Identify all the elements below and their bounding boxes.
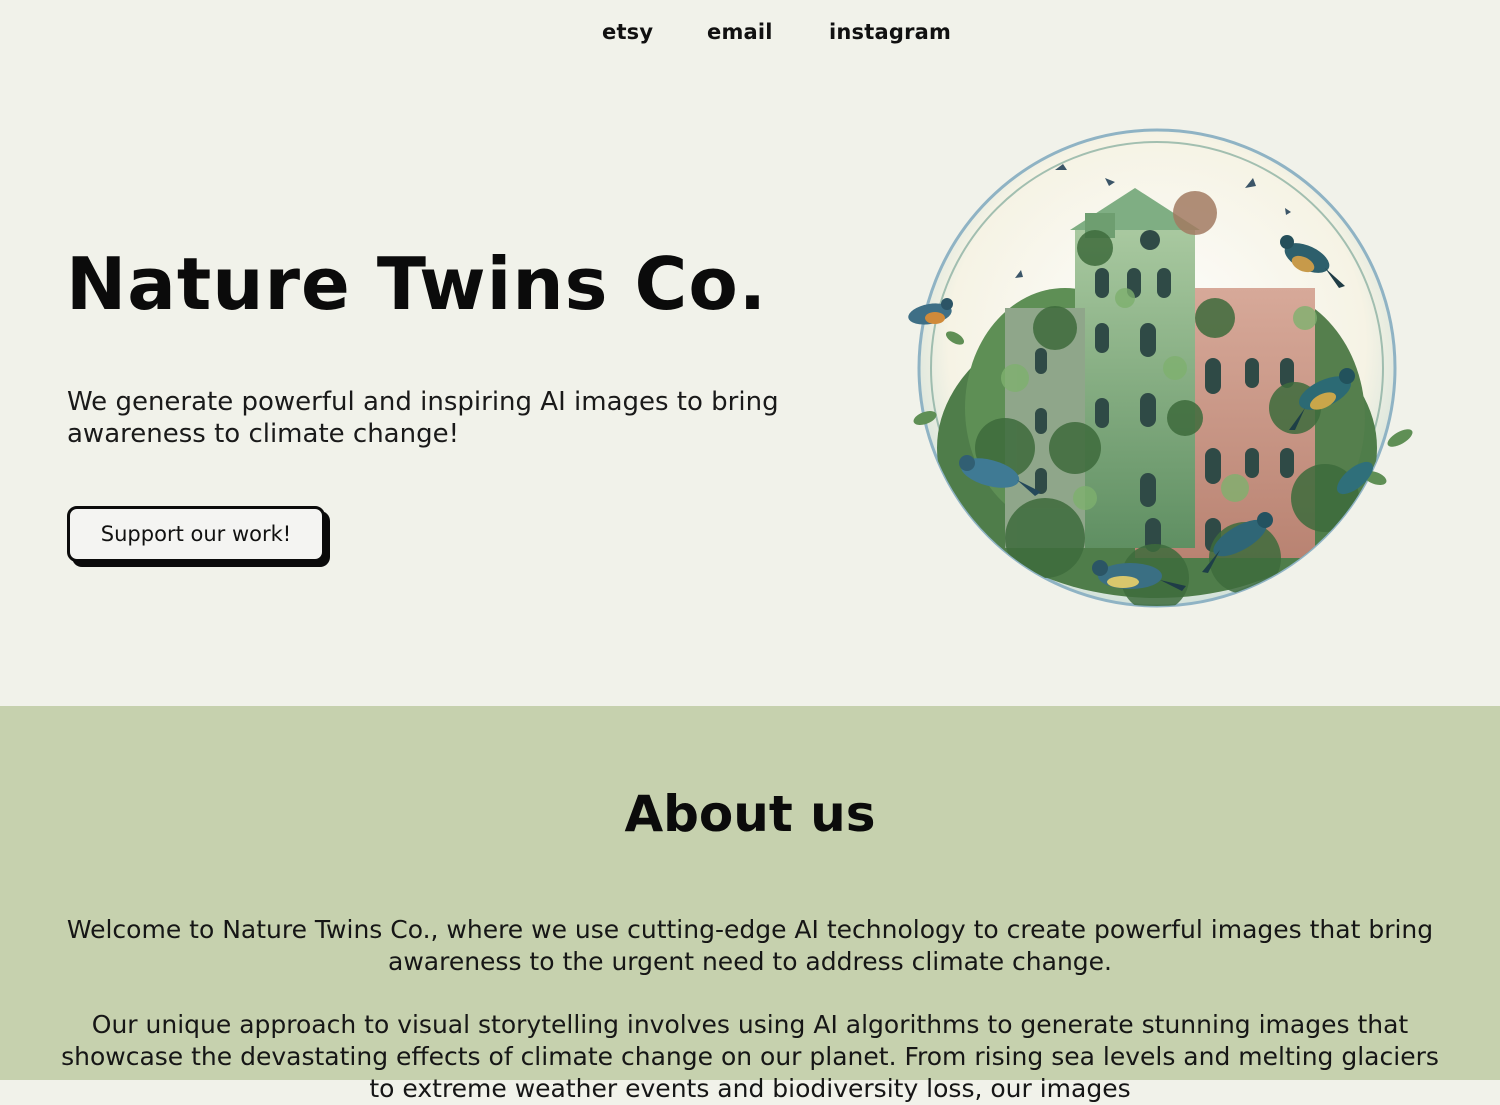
hero-illustration <box>895 118 1425 628</box>
top-nav: etsy email instagram <box>0 20 1500 48</box>
hero-subtitle: We generate powerful and inspiring AI im… <box>67 387 779 449</box>
nav-link-email[interactable]: email <box>707 20 773 44</box>
nav-link-instagram[interactable]: instagram <box>829 20 951 44</box>
about-section: About us Welcome to Nature Twins Co., wh… <box>0 706 1500 1103</box>
nav-link-etsy[interactable]: etsy <box>602 20 653 44</box>
about-title: About us <box>624 785 876 843</box>
about-paragraph-2: Our unique approach to visual storytelli… <box>61 1010 1439 1103</box>
globe-building-birds-illustration <box>908 128 1413 608</box>
support-button[interactable]: Support our work! <box>67 506 325 562</box>
about-paragraph-1: Welcome to Nature Twins Co., where we us… <box>66 915 1434 976</box>
hero-title: Nature Twins Co. <box>66 242 768 326</box>
